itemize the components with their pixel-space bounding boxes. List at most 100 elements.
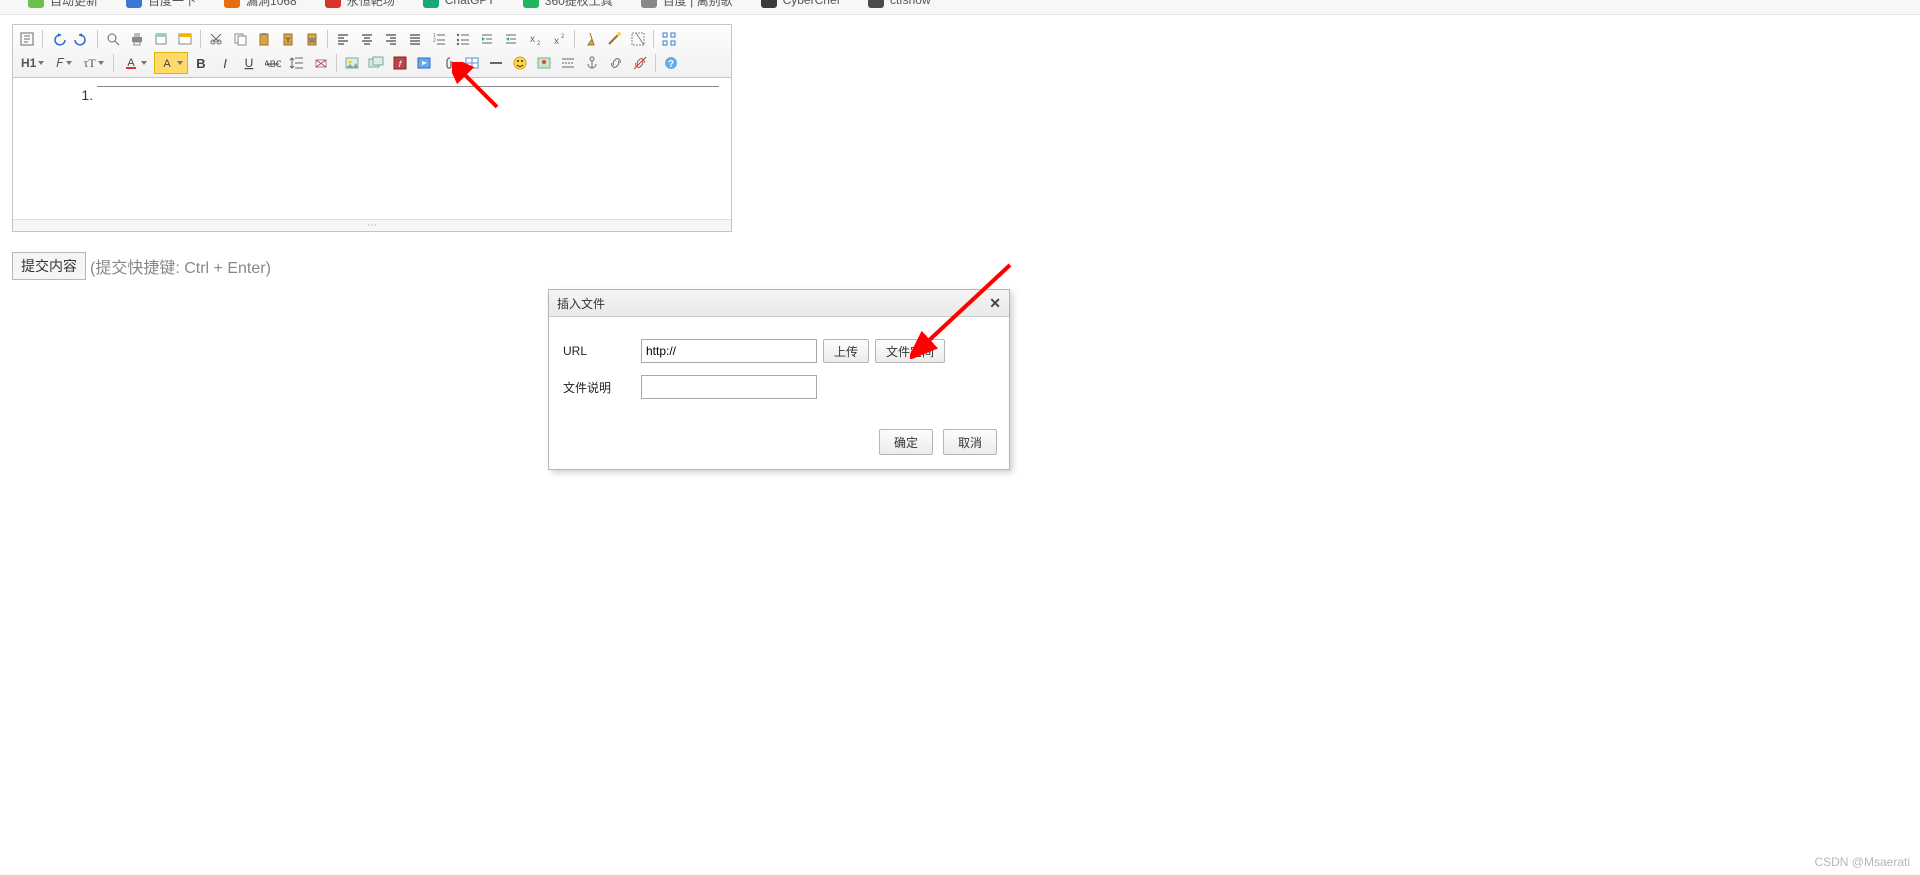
- superscript-icon[interactable]: [548, 28, 570, 50]
- quickformat-icon[interactable]: [603, 28, 625, 50]
- lineheight-icon[interactable]: [286, 52, 308, 74]
- close-icon[interactable]: ✕: [989, 295, 1001, 312]
- insertunorderedlist-icon[interactable]: [452, 28, 474, 50]
- forecolor-dropdown[interactable]: [118, 52, 152, 74]
- link-icon[interactable]: [605, 52, 627, 74]
- toolbar-separator: [113, 54, 114, 72]
- resize-handle[interactable]: ⋯: [13, 219, 731, 231]
- outdent-icon[interactable]: [500, 28, 522, 50]
- redo-icon[interactable]: [71, 28, 93, 50]
- bookmark-bar: 自动更新 百度一下 漏洞1068 永恒靶场 ChatGPT 360提权工具 百度 | 离别歌…: [0, 0, 1920, 15]
- insertfile-icon[interactable]: [437, 52, 459, 74]
- url-label: URL: [563, 344, 641, 358]
- bookmark-item[interactable]: CyberChef: [761, 0, 840, 8]
- plainpaste-icon[interactable]: [277, 28, 299, 50]
- cancel-button[interactable]: 取消: [943, 429, 997, 455]
- ok-button[interactable]: 确定: [879, 429, 933, 455]
- toolbar-separator: [336, 54, 337, 72]
- hilitecolor-dropdown[interactable]: [154, 52, 188, 74]
- bookmark-favicon: [523, 0, 539, 8]
- editor-body[interactable]: [13, 78, 731, 219]
- file-desc-label: 文件说明: [563, 379, 641, 396]
- removeformat-icon[interactable]: [310, 52, 332, 74]
- bookmark-favicon: [641, 0, 657, 8]
- bookmark-item[interactable]: 百度 | 离别歌: [641, 0, 733, 9]
- bookmark-favicon: [224, 0, 240, 8]
- about-icon[interactable]: [660, 52, 682, 74]
- fullscreen-icon[interactable]: [658, 28, 680, 50]
- dialog-header[interactable]: 插入文件 ✕: [549, 290, 1009, 317]
- subscript-icon[interactable]: [524, 28, 546, 50]
- insertorderedlist-icon[interactable]: [428, 28, 450, 50]
- bookmark-label: 漏洞1068: [246, 0, 297, 9]
- wordpaste-icon[interactable]: [301, 28, 323, 50]
- dialog-body: URL 上传 文件空间 文件说明: [549, 317, 1009, 421]
- toolbar-separator: [200, 30, 201, 48]
- ordered-list-item[interactable]: [97, 86, 719, 105]
- submit-row: 提交内容 (提交快捷键: Ctrl + Enter): [12, 252, 271, 280]
- fontname-dropdown[interactable]: 𝐹: [51, 52, 76, 74]
- italic-icon[interactable]: [214, 52, 236, 74]
- submit-button[interactable]: 提交内容: [12, 252, 86, 280]
- emoticons-icon[interactable]: [509, 52, 531, 74]
- bookmark-favicon: [761, 0, 777, 8]
- insert-file-dialog: 插入文件 ✕ URL 上传 文件空间 文件说明 确定 取消: [548, 289, 1010, 470]
- unlink-icon[interactable]: [629, 52, 651, 74]
- submit-hint: (提交快捷键: Ctrl + Enter): [90, 254, 271, 278]
- upload-button[interactable]: 上传: [823, 339, 869, 363]
- code-icon[interactable]: [174, 28, 196, 50]
- bookmark-item[interactable]: 百度一下: [126, 0, 196, 9]
- file-desc-input[interactable]: [641, 375, 817, 399]
- template-icon[interactable]: [150, 28, 172, 50]
- url-input[interactable]: [641, 339, 817, 363]
- editor-toolbar: H1𝐹τT: [13, 25, 731, 78]
- bookmark-label: 百度 | 离别歌: [663, 0, 733, 9]
- copy-icon[interactable]: [229, 28, 251, 50]
- justifyright-icon[interactable]: [380, 28, 402, 50]
- image-icon[interactable]: [341, 52, 363, 74]
- toolbar-separator: [327, 30, 328, 48]
- bookmark-item[interactable]: ctfshow: [868, 0, 931, 8]
- paste-icon[interactable]: [253, 28, 275, 50]
- bold-icon[interactable]: [190, 52, 212, 74]
- filespace-button[interactable]: 文件空间: [875, 339, 945, 363]
- justifycenter-icon[interactable]: [356, 28, 378, 50]
- baidumap-icon[interactable]: [533, 52, 555, 74]
- bookmark-label: 永恒靶场: [347, 0, 395, 9]
- formatblock-dropdown[interactable]: H1: [16, 52, 49, 74]
- clearhtml-icon[interactable]: [579, 28, 601, 50]
- toolbar-separator: [653, 30, 654, 48]
- multiimage-icon[interactable]: [365, 52, 387, 74]
- anchor-icon[interactable]: [581, 52, 603, 74]
- bookmark-favicon: [28, 0, 44, 8]
- bookmark-item[interactable]: 360提权工具: [523, 0, 613, 9]
- toolbar-separator: [655, 54, 656, 72]
- selectall-icon[interactable]: [627, 28, 649, 50]
- print-icon[interactable]: [126, 28, 148, 50]
- flash-icon[interactable]: [389, 52, 411, 74]
- bookmark-item[interactable]: ChatGPT: [423, 0, 495, 8]
- dialog-footer: 确定 取消: [549, 421, 1009, 469]
- strikethrough-icon[interactable]: [262, 52, 284, 74]
- source-icon[interactable]: [16, 28, 38, 50]
- preview-icon[interactable]: [102, 28, 124, 50]
- justifyfull-icon[interactable]: [404, 28, 426, 50]
- cut-icon[interactable]: [205, 28, 227, 50]
- bookmark-favicon: [423, 0, 439, 8]
- bookmark-item[interactable]: 漏洞1068: [224, 0, 297, 9]
- media-icon[interactable]: [413, 52, 435, 74]
- rich-text-editor: H1𝐹τT ⋯: [12, 24, 732, 232]
- underline-icon[interactable]: [238, 52, 260, 74]
- fontsize-dropdown[interactable]: τT: [79, 52, 109, 74]
- bookmark-favicon: [868, 0, 884, 8]
- bookmark-item[interactable]: 永恒靶场: [325, 0, 395, 9]
- toolbar-separator: [42, 30, 43, 48]
- bookmark-label: CyberChef: [783, 0, 840, 7]
- justifyleft-icon[interactable]: [332, 28, 354, 50]
- pagebreak-icon[interactable]: [557, 52, 579, 74]
- indent-icon[interactable]: [476, 28, 498, 50]
- bookmark-item[interactable]: 自动更新: [28, 0, 98, 9]
- undo-icon[interactable]: [47, 28, 69, 50]
- table-icon[interactable]: [461, 52, 483, 74]
- hr-icon[interactable]: [485, 52, 507, 74]
